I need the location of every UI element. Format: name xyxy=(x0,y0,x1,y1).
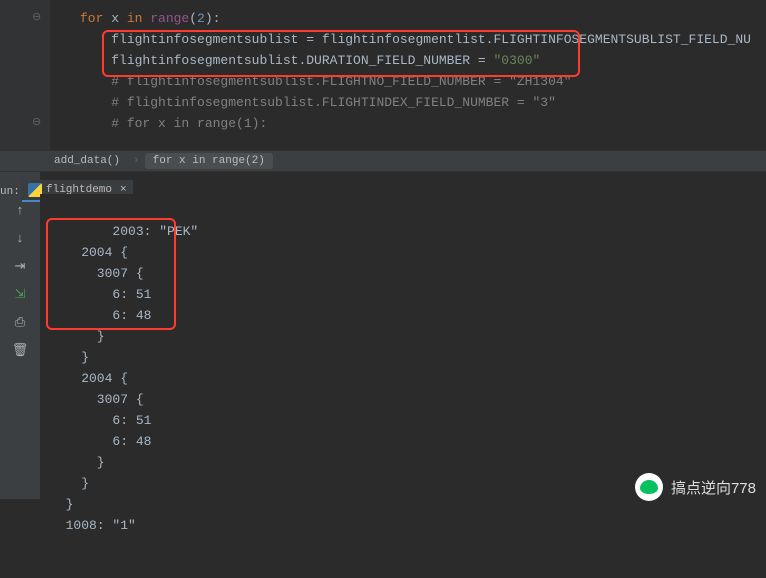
print-icon[interactable]: ⎙ xyxy=(12,314,28,330)
run-panel-label: un: xyxy=(0,186,20,198)
code-line[interactable]: flightinfosegmentsublist = flightinfoseg… xyxy=(50,29,766,50)
breadcrumb-item[interactable]: add_data() xyxy=(46,153,128,169)
soft-wrap-icon[interactable]: ⇥ xyxy=(12,258,28,274)
code-line[interactable]: for x in range(2): xyxy=(50,8,766,29)
console-output[interactable]: 2003: "PEK" 2004 { 3007 { 6: 51 6: 48 } … xyxy=(40,194,766,499)
code-editor[interactable]: ⊖ ⊖ for x in range(2): flightinfosegment… xyxy=(0,0,766,150)
breadcrumb: add_data() › for x in range(2) xyxy=(0,150,766,172)
watermark-text: 搞点逆向778 xyxy=(671,477,756,498)
gutter-collapse-icon[interactable]: ⊖ xyxy=(32,10,41,24)
gutter-collapse-icon[interactable]: ⊖ xyxy=(32,115,41,129)
code-line[interactable]: # flightinfosegmentsublist.FLIGHTNO_FIEL… xyxy=(50,71,766,92)
down-arrow-icon[interactable]: ↓ xyxy=(12,230,28,246)
wechat-icon xyxy=(635,473,663,501)
code-line[interactable]: # flightinfosegmentsublist.FLIGHTINDEX_F… xyxy=(50,92,766,113)
breadcrumb-item[interactable]: for x in range(2) xyxy=(145,153,273,169)
console-text: 2003: "PEK" 2004 { 3007 { 6: 51 6: 48 } … xyxy=(50,224,198,533)
trash-icon[interactable]: 🗑 xyxy=(12,342,28,358)
run-panel: ↑ ↓ ⇥ ⇲ ⎙ 🗑 2003: "PEK" 2004 { 3007 { 6:… xyxy=(0,172,766,499)
run-toolbar: ↑ ↓ ⇥ ⇲ ⎙ 🗑 xyxy=(0,172,40,499)
editor-gutter: ⊖ ⊖ xyxy=(0,0,50,150)
chevron-right-icon: › xyxy=(133,155,140,167)
watermark: 搞点逆向778 xyxy=(635,473,756,501)
scroll-to-end-icon[interactable]: ⇲ xyxy=(12,286,28,302)
code-line[interactable]: flightinfosegmentsublist.DURATION_FIELD_… xyxy=(50,50,766,71)
code-line[interactable]: # for x in range(1): xyxy=(50,113,766,134)
up-arrow-icon[interactable]: ↑ xyxy=(12,202,28,218)
